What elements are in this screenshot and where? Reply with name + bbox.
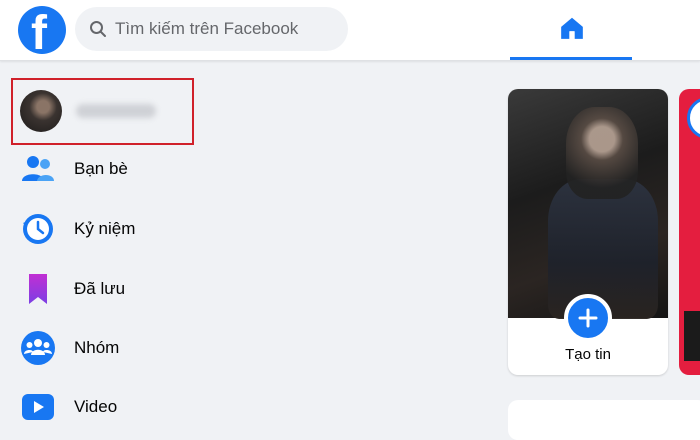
sidebar-item-friends[interactable]: Bạn bè [14,142,194,196]
friends-icon [22,156,54,181]
post-card [508,400,700,440]
sidebar-item-groups[interactable]: Nhóm [14,321,194,375]
memories-icon [23,214,53,244]
search-box[interactable] [75,7,348,51]
sidebar-item-label: Kỷ niệm [74,219,136,238]
avatar [20,90,62,132]
sidebar-item-label: Nhóm [74,338,120,357]
story-photo-figure [548,179,658,319]
top-navigation-bar: f [0,0,700,61]
sidebar-item-video[interactable]: Video [14,380,194,434]
saved-icon [29,274,47,304]
story-card[interactable] [679,89,700,375]
video-icon [22,394,54,420]
sidebar-item-label: Video [74,397,118,416]
tab-home[interactable] [510,0,632,60]
story-photo [508,89,668,319]
create-story-button[interactable] [564,294,612,342]
search-icon [90,21,106,37]
story-photo-figure [566,107,638,199]
facebook-logo-letter: f [31,7,47,55]
home-icon [561,17,583,39]
story-thumbnail [684,311,700,361]
sidebar-item-saved[interactable]: Đã lưu [14,262,194,316]
story-avatar [687,97,700,139]
sidebar-item-memories[interactable]: Kỷ niệm [14,202,194,256]
active-tab-indicator [510,57,632,60]
create-story-card[interactable]: Tạo tin [508,89,668,375]
blurred-profile-name [76,104,156,118]
sidebar-item-label: Bạn bè [74,159,128,178]
create-story-label: Tạo tin [565,346,611,363]
groups-icon [21,331,55,365]
plus-icon [578,308,598,328]
facebook-logo[interactable]: f [18,6,66,54]
search-input[interactable] [115,7,340,51]
sidebar-item-label: Đã lưu [74,279,126,298]
profile-shortcut[interactable] [11,78,194,145]
